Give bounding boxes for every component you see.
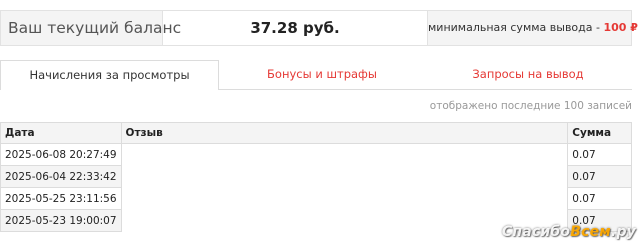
cell-review[interactable] xyxy=(121,166,568,188)
min-withdrawal-label: минимальная сумма вывода - xyxy=(428,21,604,34)
tab-bonuses-penalties[interactable]: Бонусы и штрафы xyxy=(219,60,425,90)
tab-bar: Начисления за просмотры Бонусы и штрафы … xyxy=(0,60,632,90)
table-row: 2025-06-04 22:33:42 0.07 xyxy=(0,165,632,188)
table-row: 2025-05-25 23:11:56 0.07 xyxy=(0,187,632,210)
balance-value: 37.28 руб. xyxy=(250,19,340,37)
column-header-sum: Сумма xyxy=(567,122,632,144)
min-withdrawal: минимальная сумма вывода - 100 ₽ xyxy=(427,11,638,45)
tab-withdrawal-requests[interactable]: Запросы на вывод xyxy=(425,60,631,90)
column-header-review: Отзыв xyxy=(120,122,569,144)
cell-date: 2025-06-08 20:27:49 xyxy=(0,143,122,166)
cell-review[interactable] xyxy=(121,210,568,232)
site-watermark: СпасибоВсем.ру xyxy=(502,224,636,240)
table-header-row: Дата Отзыв Сумма xyxy=(0,122,632,144)
balance-label: Ваш текущий баланс xyxy=(1,11,181,45)
watermark-part1: Спасибо xyxy=(501,224,571,240)
cell-date: 2025-06-04 22:33:42 xyxy=(0,165,122,188)
cell-sum: 0.07 xyxy=(567,187,632,210)
earnings-table: Дата Отзыв Сумма 2025-06-08 20:27:49 0.0… xyxy=(0,122,632,232)
cell-sum: 0.07 xyxy=(567,165,632,188)
tab-view-earnings[interactable]: Начисления за просмотры xyxy=(0,60,219,90)
column-header-date: Дата xyxy=(0,122,122,144)
balance-panel: Ваш текущий баланс 37.28 руб. минимальна… xyxy=(0,10,638,46)
min-withdrawal-amount: 100 ₽ xyxy=(603,21,638,34)
cell-review[interactable] xyxy=(121,188,568,210)
watermark-part2: Всем xyxy=(570,224,611,240)
cell-sum: 0.07 xyxy=(567,143,632,166)
records-count-note: отображено последние 100 записей xyxy=(429,100,632,112)
watermark-part3: .ру xyxy=(610,224,636,240)
cell-review[interactable] xyxy=(121,144,568,166)
table-row: 2025-06-08 20:27:49 0.07 xyxy=(0,143,632,166)
tab-divider xyxy=(219,89,632,90)
cell-date: 2025-05-25 23:11:56 xyxy=(0,187,122,210)
cell-date: 2025-05-23 19:00:07 xyxy=(0,209,122,232)
